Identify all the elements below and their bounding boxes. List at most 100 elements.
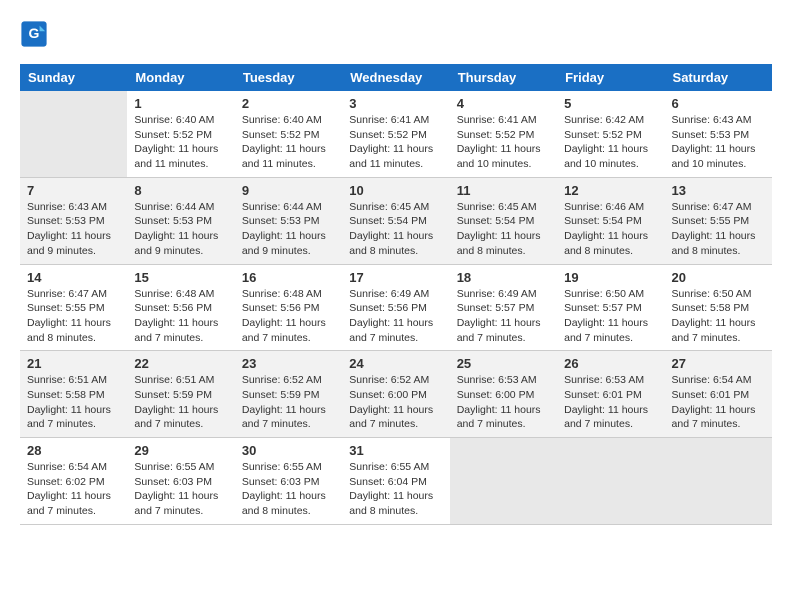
weekday-header-sunday: Sunday — [20, 64, 127, 91]
calendar-cell — [665, 438, 772, 525]
day-number: 6 — [672, 96, 765, 111]
day-number: 1 — [134, 96, 227, 111]
day-number: 21 — [27, 356, 120, 371]
calendar-table: SundayMondayTuesdayWednesdayThursdayFrid… — [20, 64, 772, 525]
calendar-cell: 18 Sunrise: 6:49 AMSunset: 5:57 PMDayligh… — [450, 264, 557, 351]
calendar-cell: 13 Sunrise: 6:47 AMSunset: 5:55 PMDayligh… — [665, 177, 772, 264]
weekday-header-monday: Monday — [127, 64, 234, 91]
calendar-row-4: 21 Sunrise: 6:51 AMSunset: 5:58 PMDayligh… — [20, 351, 772, 438]
calendar-cell: 31 Sunrise: 6:55 AMSunset: 6:04 PMDayligh… — [342, 438, 449, 525]
day-info: Sunrise: 6:42 AMSunset: 5:52 PMDaylight:… — [564, 113, 657, 172]
day-info: Sunrise: 6:54 AMSunset: 6:01 PMDaylight:… — [672, 373, 765, 432]
weekday-header-tuesday: Tuesday — [235, 64, 342, 91]
day-number: 15 — [134, 270, 227, 285]
day-info: Sunrise: 6:54 AMSunset: 6:02 PMDaylight:… — [27, 460, 120, 519]
day-number: 22 — [134, 356, 227, 371]
calendar-cell: 24 Sunrise: 6:52 AMSunset: 6:00 PMDayligh… — [342, 351, 449, 438]
calendar-cell: 6Sunrise: 6:43 AMSunset: 5:53 PMDaylight… — [665, 91, 772, 177]
calendar-cell: 29 Sunrise: 6:55 AMSunset: 6:03 PMDayligh… — [127, 438, 234, 525]
calendar-cell: 7Sunrise: 6:43 AMSunset: 5:53 PMDaylight… — [20, 177, 127, 264]
calendar-cell: 23 Sunrise: 6:52 AMSunset: 5:59 PMDayligh… — [235, 351, 342, 438]
calendar-cell: 14Sunrise: 6:47 AMSunset: 5:55 PMDayligh… — [20, 264, 127, 351]
day-info: Sunrise: 6:45 AMSunset: 5:54 PMDaylight:… — [457, 200, 550, 259]
calendar-cell: 1 Sunrise: 6:40 AMSunset: 5:52 PMDaylight… — [127, 91, 234, 177]
day-info: Sunrise: 6:41 AMSunset: 5:52 PMDaylight:… — [349, 113, 442, 172]
day-number: 11 — [457, 183, 550, 198]
day-number: 30 — [242, 443, 335, 458]
weekday-header-saturday: Saturday — [665, 64, 772, 91]
day-number: 8 — [134, 183, 227, 198]
calendar-cell: 9 Sunrise: 6:44 AMSunset: 5:53 PMDaylight… — [235, 177, 342, 264]
day-number: 20 — [672, 270, 765, 285]
day-number: 19 — [564, 270, 657, 285]
calendar-cell: 28 Sunrise: 6:54 AMSunset: 6:02 PMDayligh… — [20, 438, 127, 525]
calendar-cell: 11 Sunrise: 6:45 AMSunset: 5:54 PMDayligh… — [450, 177, 557, 264]
calendar-cell — [20, 91, 127, 177]
calendar-row-3: 14Sunrise: 6:47 AMSunset: 5:55 PMDayligh… — [20, 264, 772, 351]
day-info: Sunrise: 6:47 AMSunset: 5:55 PMDaylight:… — [672, 200, 765, 259]
day-info: Sunrise: 6:49 AMSunset: 5:56 PMDaylight:… — [349, 287, 442, 346]
day-number: 9 — [242, 183, 335, 198]
calendar-row-2: 7Sunrise: 6:43 AMSunset: 5:53 PMDaylight… — [20, 177, 772, 264]
weekday-header-friday: Friday — [557, 64, 664, 91]
day-number: 24 — [349, 356, 442, 371]
day-info: Sunrise: 6:51 AMSunset: 5:59 PMDaylight:… — [134, 373, 227, 432]
calendar-cell: 10 Sunrise: 6:45 AMSunset: 5:54 PMDayligh… — [342, 177, 449, 264]
day-number: 26 — [564, 356, 657, 371]
calendar-cell: 4 Sunrise: 6:41 AMSunset: 5:52 PMDaylight… — [450, 91, 557, 177]
calendar-cell: 16 Sunrise: 6:48 AMSunset: 5:56 PMDayligh… — [235, 264, 342, 351]
calendar-cell: 25Sunrise: 6:53 AMSunset: 6:00 PMDayligh… — [450, 351, 557, 438]
day-info: Sunrise: 6:40 AMSunset: 5:52 PMDaylight:… — [134, 113, 227, 172]
weekday-header-thursday: Thursday — [450, 64, 557, 91]
calendar-cell: 17Sunrise: 6:49 AMSunset: 5:56 PMDayligh… — [342, 264, 449, 351]
day-number: 27 — [672, 356, 765, 371]
day-info: Sunrise: 6:55 AMSunset: 6:04 PMDaylight:… — [349, 460, 442, 519]
calendar-cell: 21 Sunrise: 6:51 AMSunset: 5:58 PMDayligh… — [20, 351, 127, 438]
day-number: 12 — [564, 183, 657, 198]
day-number: 16 — [242, 270, 335, 285]
day-number: 28 — [27, 443, 120, 458]
day-info: Sunrise: 6:48 AMSunset: 5:56 PMDaylight:… — [134, 287, 227, 346]
calendar-row-5: 28 Sunrise: 6:54 AMSunset: 6:02 PMDayligh… — [20, 438, 772, 525]
day-info: Sunrise: 6:44 AMSunset: 5:53 PMDaylight:… — [134, 200, 227, 259]
svg-text:G: G — [29, 25, 40, 41]
day-number: 23 — [242, 356, 335, 371]
calendar-cell: 26 Sunrise: 6:53 AMSunset: 6:01 PMDayligh… — [557, 351, 664, 438]
day-info: Sunrise: 6:50 AMSunset: 5:57 PMDaylight:… — [564, 287, 657, 346]
day-number: 29 — [134, 443, 227, 458]
day-info: Sunrise: 6:51 AMSunset: 5:58 PMDaylight:… — [27, 373, 120, 432]
day-info: Sunrise: 6:49 AMSunset: 5:57 PMDaylight:… — [457, 287, 550, 346]
calendar-row-1: 1 Sunrise: 6:40 AMSunset: 5:52 PMDaylight… — [20, 91, 772, 177]
calendar-cell — [450, 438, 557, 525]
logo-icon: G — [20, 20, 48, 48]
calendar-cell: 12Sunrise: 6:46 AMSunset: 5:54 PMDayligh… — [557, 177, 664, 264]
calendar-cell: 27 Sunrise: 6:54 AMSunset: 6:01 PMDayligh… — [665, 351, 772, 438]
page-header: G — [20, 20, 772, 48]
day-number: 13 — [672, 183, 765, 198]
day-info: Sunrise: 6:52 AMSunset: 5:59 PMDaylight:… — [242, 373, 335, 432]
day-info: Sunrise: 6:44 AMSunset: 5:53 PMDaylight:… — [242, 200, 335, 259]
day-info: Sunrise: 6:45 AMSunset: 5:54 PMDaylight:… — [349, 200, 442, 259]
day-info: Sunrise: 6:52 AMSunset: 6:00 PMDaylight:… — [349, 373, 442, 432]
day-number: 18 — [457, 270, 550, 285]
day-number: 2 — [242, 96, 335, 111]
day-number: 4 — [457, 96, 550, 111]
day-number: 10 — [349, 183, 442, 198]
calendar-cell — [557, 438, 664, 525]
day-info: Sunrise: 6:53 AMSunset: 6:01 PMDaylight:… — [564, 373, 657, 432]
day-info: Sunrise: 6:41 AMSunset: 5:52 PMDaylight:… — [457, 113, 550, 172]
day-info: Sunrise: 6:55 AMSunset: 6:03 PMDaylight:… — [134, 460, 227, 519]
day-info: Sunrise: 6:48 AMSunset: 5:56 PMDaylight:… — [242, 287, 335, 346]
calendar-cell: 30Sunrise: 6:55 AMSunset: 6:03 PMDayligh… — [235, 438, 342, 525]
calendar-cell: 5 Sunrise: 6:42 AMSunset: 5:52 PMDaylight… — [557, 91, 664, 177]
day-number: 5 — [564, 96, 657, 111]
day-number: 7 — [27, 183, 120, 198]
day-info: Sunrise: 6:53 AMSunset: 6:00 PMDaylight:… — [457, 373, 550, 432]
day-number: 31 — [349, 443, 442, 458]
calendar-cell: 22 Sunrise: 6:51 AMSunset: 5:59 PMDayligh… — [127, 351, 234, 438]
logo: G — [20, 20, 52, 48]
day-number: 3 — [349, 96, 442, 111]
calendar-cell: 15 Sunrise: 6:48 AMSunset: 5:56 PMDayligh… — [127, 264, 234, 351]
day-info: Sunrise: 6:47 AMSunset: 5:55 PMDaylight:… — [27, 287, 120, 346]
weekday-header-row: SundayMondayTuesdayWednesdayThursdayFrid… — [20, 64, 772, 91]
